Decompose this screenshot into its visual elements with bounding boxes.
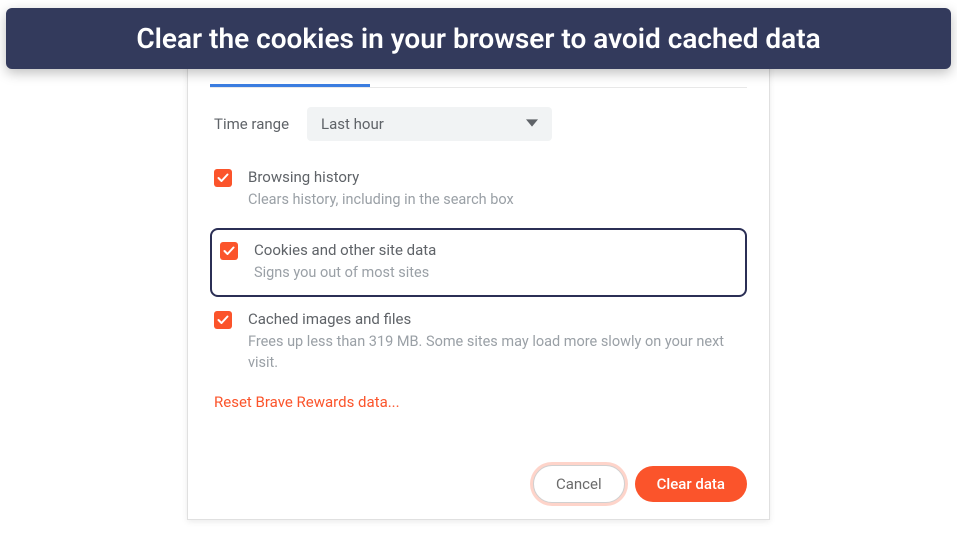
options-list: Browsing historyClears history, includin…	[210, 163, 747, 379]
checkbox[interactable]	[220, 242, 238, 260]
option-row: Browsing historyClears history, includin…	[210, 163, 747, 216]
cancel-button[interactable]: Cancel	[533, 465, 625, 503]
checkbox[interactable]	[214, 311, 232, 329]
clear-data-button[interactable]: Clear data	[635, 466, 747, 502]
option-description: Frees up less than 319 MB. Some sites ma…	[248, 331, 741, 373]
clear-data-dialog: Time range Last hour Browsing historyCle…	[187, 50, 770, 520]
option-row: Cookies and other site dataSigns you out…	[210, 228, 747, 297]
option-title: Browsing history	[248, 167, 741, 188]
time-range-dropdown[interactable]: Last hour	[307, 107, 552, 141]
option-row: Cached images and filesFrees up less tha…	[210, 305, 747, 379]
option-title: Cookies and other site data	[254, 240, 735, 261]
time-range-label: Time range	[214, 115, 289, 133]
checkbox[interactable]	[214, 169, 232, 187]
option-text: Cookies and other site dataSigns you out…	[254, 240, 735, 283]
chevron-down-icon	[526, 115, 538, 133]
reset-rewards-link[interactable]: Reset Brave Rewards data...	[210, 393, 747, 411]
option-description: Signs you out of most sites	[254, 262, 735, 283]
option-text: Browsing historyClears history, includin…	[248, 167, 741, 210]
time-range-value: Last hour	[321, 115, 384, 133]
time-range-row: Time range Last hour	[210, 107, 747, 141]
option-title: Cached images and files	[248, 309, 741, 330]
tab-indicator	[210, 84, 370, 87]
option-description: Clears history, including in the search …	[248, 189, 741, 210]
dialog-content: Time range Last hour Browsing historyCle…	[210, 107, 747, 411]
annotation-banner: Clear the cookies in your browser to avo…	[6, 8, 951, 69]
option-text: Cached images and filesFrees up less tha…	[248, 309, 741, 373]
dialog-footer: Cancel Clear data	[533, 465, 747, 503]
